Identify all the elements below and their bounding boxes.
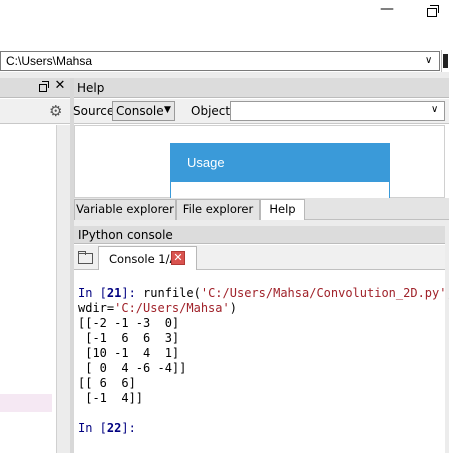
help-pane-header (74, 78, 449, 98)
input-prompt: In [ (78, 286, 107, 300)
string-literal: 'C:/Users/Mahsa/Convolution_2D.py' (200, 286, 447, 300)
output-line: [-1 4]] (78, 391, 144, 405)
working-directory-combobox[interactable]: C:\Users\Mahsa ∨ (0, 51, 440, 71)
input-prompt-close: ]: (121, 286, 144, 300)
code-text: wdir= (78, 301, 115, 315)
object-label: Object (191, 104, 231, 118)
output-line: [[-2 -1 -3 0] (78, 316, 180, 330)
output-line: [10 -1 4 1] (78, 346, 180, 360)
folder-icon[interactable] (78, 251, 93, 264)
gear-icon[interactable]: ⚙ (49, 103, 65, 119)
close-pane-button[interactable]: ✕ (54, 79, 66, 93)
minimize-button[interactable]: — (380, 2, 394, 18)
tab-help[interactable]: Help (260, 199, 305, 221)
chevron-down-icon[interactable]: ∨ (425, 54, 437, 68)
source-select[interactable]: Console ▼ (112, 101, 175, 121)
code-text: runfile( (143, 286, 201, 300)
restore-window-icon[interactable] (424, 2, 440, 18)
input-prompt-close: ]: (121, 421, 136, 435)
output-line: [-1 6 6 3] (78, 331, 180, 345)
console-scrollbar[interactable] (445, 226, 449, 453)
float-window-icon[interactable] (38, 80, 50, 92)
working-directory-value: C:\Users\Mahsa (6, 54, 93, 68)
code-text: ) (229, 301, 237, 315)
output-line: [ 0 4 -6 -4]] (78, 361, 187, 375)
usage-header: Usage (171, 144, 389, 182)
chevron-down-icon[interactable]: ∨ (431, 104, 438, 115)
console-line: wdir='C:/Users/Mahsa') (78, 301, 237, 316)
console-line: In [21]: runfile('C:/Users/Mahsa/Convolu… (78, 286, 449, 301)
browse-directory-icon (443, 54, 448, 68)
ipython-pane-title: IPython console (78, 228, 173, 242)
tab-variable-explorer[interactable]: Variable explorer (74, 199, 176, 220)
string-literal: 'C:/Users/Mahsa' (114, 301, 230, 315)
prompt-number: 21 (106, 286, 122, 300)
dropdown-arrow-icon: ▼ (164, 105, 171, 115)
left-pane-scrollbar[interactable] (56, 125, 70, 453)
help-pane-title: Help (77, 81, 105, 95)
close-icon[interactable]: ✕ (171, 251, 185, 265)
tab-file-explorer[interactable]: File explorer (176, 199, 260, 220)
prompt-number: 22 (106, 421, 122, 435)
console-line: In [22]: (78, 421, 136, 436)
source-selected-value: Console (116, 104, 164, 118)
output-line: [[ 6 6] (78, 376, 136, 390)
object-combobox[interactable]: ∨ (230, 101, 445, 121)
usage-box: Usage (170, 143, 390, 198)
usage-title: Usage (187, 155, 225, 170)
console-tab-label: Console 1/A (109, 252, 178, 266)
console-tab[interactable]: Console 1/A ✕ (98, 246, 197, 270)
source-label: Source (73, 104, 115, 118)
highlighted-line (0, 394, 52, 412)
input-prompt: In [ (78, 421, 107, 435)
